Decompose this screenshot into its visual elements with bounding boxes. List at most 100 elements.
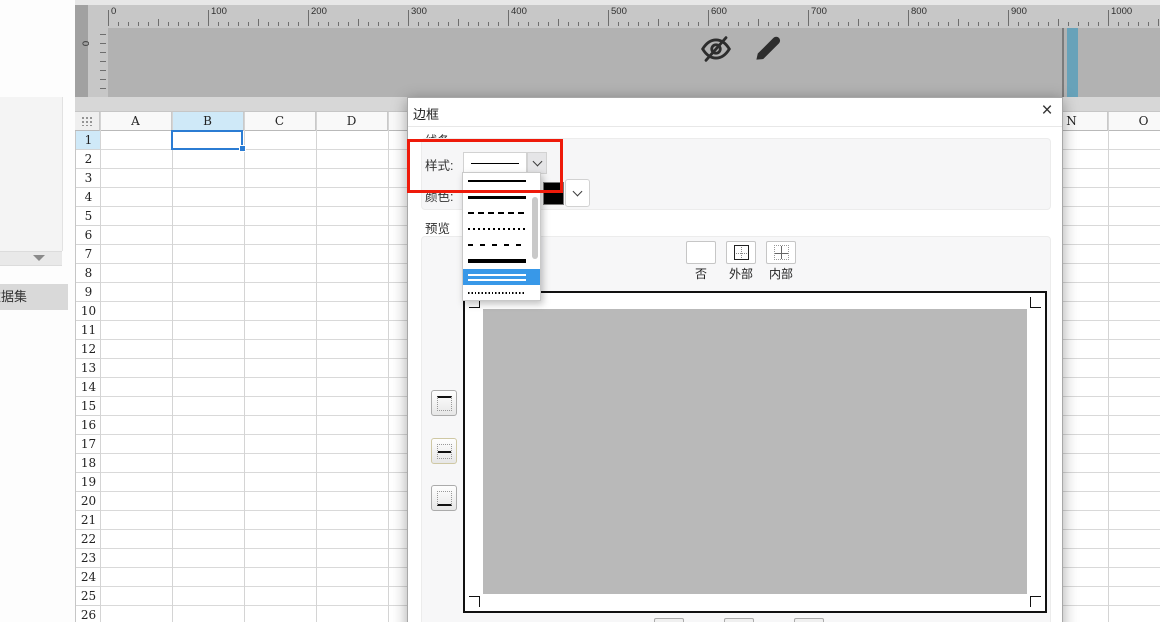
ruler-tick xyxy=(718,22,719,26)
row-header-18[interactable]: 18 xyxy=(76,454,101,473)
collapse-arrow-icon[interactable] xyxy=(33,255,45,261)
dataset-tab[interactable]: 数据集 xyxy=(0,284,68,310)
ruler-tick xyxy=(528,22,529,26)
page-marker-bar xyxy=(1067,28,1078,97)
color-dropdown-button[interactable] xyxy=(565,179,590,207)
column-header-b[interactable]: B xyxy=(172,112,244,131)
color-swatch[interactable] xyxy=(543,182,564,205)
row-header-17[interactable]: 17 xyxy=(76,435,101,454)
selected-cell-outline[interactable] xyxy=(171,130,243,150)
row-header-23[interactable]: 23 xyxy=(76,549,101,568)
sheet-grid[interactable] xyxy=(100,131,408,622)
column-header-d[interactable]: D xyxy=(316,112,388,131)
row-header-11[interactable]: 11 xyxy=(76,321,101,340)
column-header-c[interactable]: C xyxy=(244,112,316,131)
row-header-1[interactable]: 1 xyxy=(76,131,101,150)
page-boundary-line xyxy=(1062,28,1064,97)
ruler-tick xyxy=(1038,22,1039,26)
ruler-tick xyxy=(608,10,609,26)
row-header-24[interactable]: 24 xyxy=(76,568,101,587)
inner-border-icon xyxy=(773,245,789,260)
ruler-tick xyxy=(598,22,599,26)
style-combo-selected-sample xyxy=(471,162,519,164)
border-top-button[interactable] xyxy=(431,390,457,416)
ruler-label: 400 xyxy=(511,6,527,17)
row-header-16[interactable]: 16 xyxy=(76,416,101,435)
border-left-button[interactable] xyxy=(654,618,684,622)
border-bottom-button[interactable] xyxy=(431,485,457,511)
column-header-a[interactable]: A xyxy=(100,112,172,131)
style-combo-field[interactable] xyxy=(463,152,527,174)
select-all-button[interactable] xyxy=(75,112,100,131)
row-header-12[interactable]: 12 xyxy=(76,340,101,359)
ruler-tick xyxy=(118,22,119,26)
ruler-tick xyxy=(798,22,799,26)
ruler-tick xyxy=(158,19,159,26)
row-header-22[interactable]: 22 xyxy=(76,530,101,549)
row-header-19[interactable]: 19 xyxy=(76,473,101,492)
ruler-tick xyxy=(958,19,959,26)
ruler-tick xyxy=(388,22,389,26)
border-inner-button[interactable] xyxy=(766,241,796,264)
dropdown-scrollbar-thumb[interactable] xyxy=(532,197,538,259)
row-header-4[interactable]: 4 xyxy=(76,188,101,207)
column-header-o[interactable]: O xyxy=(1108,112,1160,131)
row-header-10[interactable]: 10 xyxy=(76,302,101,321)
style-option-dense-dotted[interactable] xyxy=(463,285,540,301)
pencil-icon[interactable] xyxy=(752,31,785,64)
row-header-8[interactable]: 8 xyxy=(76,264,101,283)
close-icon[interactable]: × xyxy=(1036,100,1058,122)
ruler-tick xyxy=(338,22,339,26)
sheet-grid-right-rows[interactable] xyxy=(1063,131,1160,622)
row-header-2[interactable]: 2 xyxy=(76,150,101,169)
row-header-20[interactable]: 20 xyxy=(76,492,101,511)
ruler-tick xyxy=(418,22,419,26)
style-option-dash-medium[interactable] xyxy=(463,237,540,253)
style-combo-dropdown-button[interactable] xyxy=(527,152,547,174)
ruler-tick xyxy=(548,22,549,26)
style-option-dotted[interactable] xyxy=(463,221,540,237)
report-canvas[interactable] xyxy=(108,28,1160,97)
style-option-double[interactable] xyxy=(463,269,540,285)
border-right-button[interactable] xyxy=(794,618,824,622)
border-outer-button[interactable] xyxy=(726,241,756,264)
ruler-tick xyxy=(558,19,559,26)
style-option-solid-thick[interactable] xyxy=(463,253,540,269)
ruler-tick xyxy=(1138,22,1139,26)
ruler-tick xyxy=(238,22,239,26)
ruler-tick xyxy=(100,43,106,44)
style-option-dashed[interactable] xyxy=(463,205,540,221)
eye-off-icon[interactable] xyxy=(698,33,734,65)
line-style-sample xyxy=(468,273,526,281)
row-header-5[interactable]: 5 xyxy=(76,207,101,226)
grid-column-line xyxy=(172,112,173,622)
row-header-6[interactable]: 6 xyxy=(76,226,101,245)
row-header-3[interactable]: 3 xyxy=(76,169,101,188)
border-none-button[interactable] xyxy=(686,241,716,264)
sheet-grid-right[interactable]: NO xyxy=(1063,112,1160,622)
row-header-26[interactable]: 26 xyxy=(76,606,101,622)
row-header-21[interactable]: 21 xyxy=(76,511,101,530)
border-horizontal-middle-button[interactable] xyxy=(431,438,457,464)
ruler-tick xyxy=(588,22,589,26)
style-option-solid-medium[interactable] xyxy=(463,189,540,205)
top-border-icon xyxy=(436,395,452,411)
fill-handle[interactable] xyxy=(239,145,246,152)
row-header-25[interactable]: 25 xyxy=(76,587,101,606)
style-option-solid-thin[interactable] xyxy=(463,173,540,189)
border-preview-frame[interactable] xyxy=(463,291,1047,613)
row-header-13[interactable]: 13 xyxy=(76,359,101,378)
border-vertical-middle-button[interactable] xyxy=(724,618,754,622)
ruler-tick xyxy=(708,10,709,26)
row-header-9[interactable]: 9 xyxy=(76,283,101,302)
panel-divider[interactable] xyxy=(0,251,62,266)
row-header-15[interactable]: 15 xyxy=(76,397,101,416)
column-header-partial[interactable] xyxy=(388,112,408,131)
ruler-tick xyxy=(678,22,679,26)
column-header-n[interactable]: N xyxy=(1063,112,1108,131)
row-header-7[interactable]: 7 xyxy=(76,245,101,264)
row-header-14[interactable]: 14 xyxy=(76,378,101,397)
ruler-tick xyxy=(478,22,479,26)
ruler-tick xyxy=(358,19,359,26)
preview-corner-mark xyxy=(1030,297,1041,308)
